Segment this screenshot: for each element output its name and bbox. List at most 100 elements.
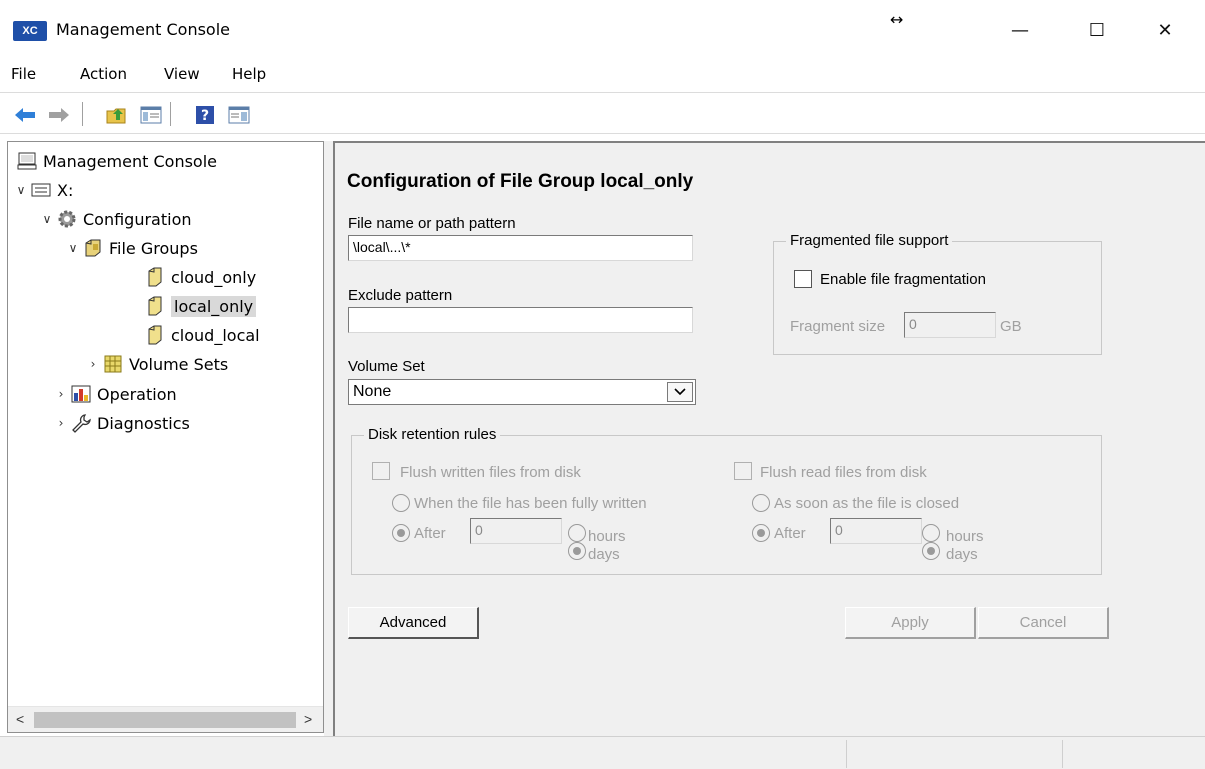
chart-icon [70,384,92,404]
show-hide-tree-icon[interactable] [140,104,162,126]
tree-item-local-only[interactable]: local_only [144,293,257,319]
menu-view[interactable]: View [164,65,200,83]
file-group-icon [144,296,166,316]
up-folder-icon[interactable] [106,104,128,126]
status-bar [0,736,1205,769]
page-title: Configuration of File Group local_only [347,171,694,192]
tree-label-volume-sets: Volume Sets [129,354,229,374]
days-written-radio[interactable] [568,542,586,560]
hours-read-radio[interactable] [922,524,940,542]
after-read-label: After [774,525,806,542]
days-written-label: days [588,546,620,563]
tree-item-cloud-local[interactable]: cloud_local [144,322,260,348]
tree-label-file-groups: File Groups [109,238,198,258]
status-separator [1062,740,1063,768]
flush-written-checkbox[interactable] [372,462,390,480]
tree-label-root: Management Console [43,151,217,171]
after-written-input[interactable]: 0 [470,518,562,544]
tree-item-operation[interactable]: › Operation [52,381,177,407]
action-pane-icon[interactable] [228,104,250,126]
navigation-tree[interactable]: Management Console ∨ X: ∨ Configuration … [7,141,324,733]
file-group-icon [144,267,166,287]
close-button[interactable]: ✕ [1135,10,1195,50]
maximize-button[interactable]: ☐ [1067,10,1127,50]
volume-set-label: Volume Set [348,358,425,375]
tree-item-configuration[interactable]: ∨ Configuration [38,206,192,232]
hours-written-radio[interactable] [568,524,586,542]
apply-button[interactable]: Apply [845,607,976,639]
enable-fragmentation-checkbox[interactable] [794,270,812,288]
chevron-right-icon[interactable]: › [52,416,70,430]
when-written-label: When the file has been fully written [414,495,647,512]
help-icon[interactable]: ? [194,104,216,126]
chevron-right-icon[interactable]: › [52,387,70,401]
tree-label-diagnostics: Diagnostics [97,413,190,433]
chevron-down-icon[interactable] [667,382,693,402]
disk-retention-group: Disk retention rules Flush written files… [351,426,1102,575]
when-closed-label: As soon as the file is closed [774,495,960,512]
flush-written-label: Flush written files from disk [400,464,581,481]
fragment-unit-label: GB [1000,318,1022,335]
exclude-pattern-input[interactable] [348,307,693,333]
tree-item-root[interactable]: Management Console [16,148,217,174]
minimize-button[interactable]: — [990,10,1050,50]
scrollbar-thumb[interactable] [34,712,296,728]
when-closed-radio[interactable] [752,494,770,512]
hours-read-label: hours [946,528,984,545]
after-read-input[interactable]: 0 [830,518,922,544]
toolbar-separator [82,102,83,126]
tree-item-cloud-only[interactable]: cloud_only [144,264,256,290]
tree-item-drive[interactable]: ∨ X: [12,177,74,203]
after-read-radio[interactable] [752,524,770,542]
days-read-label: days [946,546,978,563]
close-icon: ✕ [1157,19,1173,41]
app-logo-icon: XC [13,21,47,41]
tree-label-operation: Operation [97,384,177,404]
pane-splitter[interactable] [324,141,333,736]
tree-item-volume-sets[interactable]: › Volume Sets [84,351,229,377]
file-pattern-input[interactable]: \local\...\* [348,235,693,261]
when-written-radio[interactable] [392,494,410,512]
days-read-radio[interactable] [922,542,940,560]
gear-icon [56,209,78,229]
fragment-size-label: Fragment size [790,318,886,335]
file-pattern-label: File name or path pattern [348,215,516,232]
tree-item-file-groups[interactable]: ∨ File Groups [64,235,198,261]
menu-bar: File Action View Help [0,60,1205,90]
chevron-down-icon[interactable]: ∨ [64,241,82,255]
volume-set-select[interactable]: None [348,379,696,405]
after-written-radio[interactable] [392,524,410,542]
flush-read-checkbox[interactable] [734,462,752,480]
cancel-button[interactable]: Cancel [978,607,1109,639]
toolbar: ? [0,92,1205,134]
tree-label-configuration: Configuration [83,209,192,229]
back-arrow-icon[interactable] [14,104,36,126]
tree-item-diagnostics[interactable]: › Diagnostics [52,410,190,436]
file-group-icon [144,325,166,345]
scroll-left-icon[interactable]: < [16,711,24,727]
disk-retention-title: Disk retention rules [364,426,501,443]
chevron-down-icon[interactable]: ∨ [12,183,30,197]
status-separator [846,740,847,768]
tree-label-drive: X: [57,180,74,200]
advanced-button[interactable]: Advanced [348,607,479,639]
wrench-icon [70,413,92,433]
fragment-size-input[interactable]: 0 [904,312,996,338]
forward-arrow-icon[interactable] [48,104,70,126]
chevron-down-icon[interactable]: ∨ [38,212,56,226]
file-groups-icon [82,238,104,258]
minimize-icon: — [1011,19,1029,41]
resize-icon: ↔ [890,10,904,29]
menu-action[interactable]: Action [80,65,127,83]
tree-label-cloud-only: cloud_only [171,267,257,287]
horizontal-scrollbar[interactable]: < > [8,706,323,732]
drive-icon [30,180,52,200]
flush-read-label: Flush read files from disk [760,464,927,481]
chevron-right-icon[interactable]: › [84,357,102,371]
menu-help[interactable]: Help [232,65,266,83]
scroll-right-icon[interactable]: > [304,711,312,727]
menu-file[interactable]: File [11,65,36,83]
enable-fragmentation-label: Enable file fragmentation [820,271,986,288]
svg-text:?: ? [201,108,209,124]
volume-sets-icon [102,354,124,374]
